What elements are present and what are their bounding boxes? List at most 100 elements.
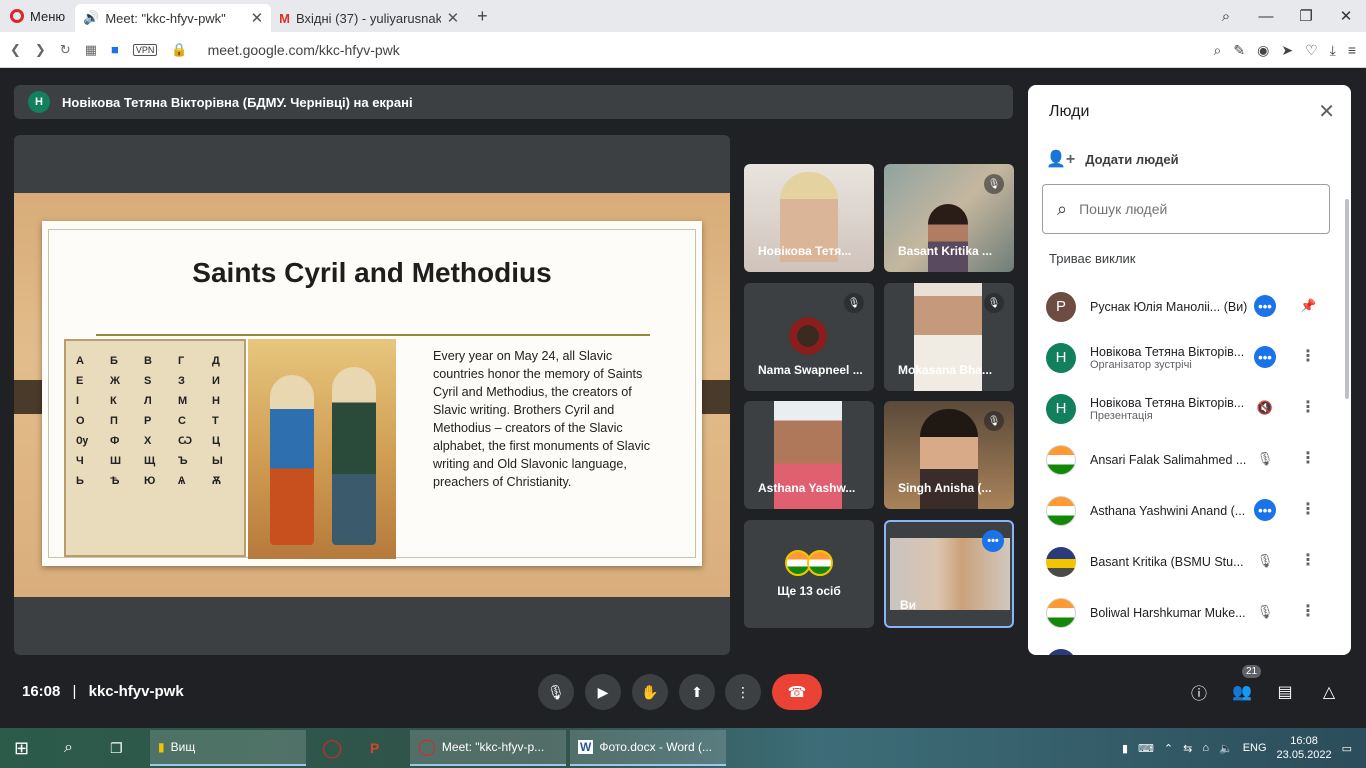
close-panel-icon[interactable]: ✕	[1318, 99, 1335, 124]
search-people-box[interactable]: ⌕	[1042, 184, 1330, 234]
heart-icon[interactable]: ♡	[1305, 42, 1318, 59]
more-options-button[interactable]: ⋮	[725, 674, 761, 710]
participant-tile[interactable]: 🎙 Nama Swapneel ...	[744, 283, 874, 391]
grid-icon[interactable]: ▦	[85, 42, 97, 58]
new-tab-icon[interactable]: +	[467, 6, 498, 27]
participant-row[interactable]: Ansari Falak Salimahmed ... 🎙 ⋮	[1028, 434, 1351, 485]
camera-button[interactable]: ▶	[585, 674, 621, 710]
meeting-details-button[interactable]: ⓘ	[1186, 679, 1212, 705]
taskbar-app-meet[interactable]: ◯ Meet: "kkc-hfyv-p...	[410, 730, 566, 766]
participant-count-badge: 21	[1242, 665, 1262, 678]
alphabet-glyph: Ц	[212, 435, 221, 447]
notifications-icon[interactable]: ▭	[1342, 742, 1352, 755]
speaking-indicator-icon[interactable]: •••	[1254, 499, 1276, 521]
edit-icon[interactable]: ✎	[1233, 42, 1245, 59]
chat-button[interactable]: ▤	[1272, 679, 1298, 705]
search-taskbar-button[interactable]: ⌕	[56, 730, 81, 766]
participant-row[interactable]: Dutta Manasvi (BSMU Stu...🎙⋮	[1028, 638, 1351, 655]
participant-row[interactable]: Asthana Yashwini Anand (... ••• ⋮	[1028, 485, 1351, 536]
tray-app-icon[interactable]: ▮	[1122, 742, 1128, 755]
more-vert-icon[interactable]: ⋮	[1300, 448, 1316, 470]
present-screen-button[interactable]: ⬆	[679, 674, 715, 710]
add-people-button[interactable]: 👤+ Додати людей	[1046, 149, 1179, 169]
more-vert-icon[interactable]: ⋮	[1300, 601, 1316, 623]
tray-chevron-icon[interactable]: ⌃	[1164, 742, 1173, 755]
leave-call-button[interactable]: ☎	[772, 674, 822, 710]
alphabet-glyph: С	[178, 415, 186, 427]
pin-icon[interactable]: 📌	[1300, 295, 1316, 317]
panel-scrollbar[interactable]	[1345, 199, 1349, 399]
taskbar-app-word[interactable]: W Фото.docx - Word (...	[570, 730, 726, 766]
saint-figure	[332, 367, 376, 545]
microphone-button[interactable]: 🎙	[538, 674, 574, 710]
mic-off-icon[interactable]: 🎙	[1254, 652, 1276, 655]
participant-tile[interactable]: 🎙 Basant Kritika ...	[884, 164, 1014, 272]
send-icon[interactable]: ➤	[1281, 42, 1293, 59]
download-icon[interactable]: ⤓	[1330, 42, 1336, 59]
taskbar-app-explorer[interactable]: ▮ Вищ	[150, 730, 306, 766]
lock-icon[interactable]: 🔒	[171, 42, 187, 58]
participant-row[interactable]: Н Новікова Тетяна Вікторів... Презентація 🔇…	[1028, 383, 1351, 434]
back-icon[interactable]: ❮	[10, 42, 21, 58]
taskbar-app-powerpoint[interactable]: P	[362, 730, 387, 766]
mic-off-icon[interactable]: 🎙	[1254, 448, 1276, 470]
opera-menu-button[interactable]: Меню	[0, 0, 75, 32]
participant-row[interactable]: Р Руснак Юлія Маноліі... (Ви) ••• 📌	[1028, 281, 1351, 332]
more-vert-icon[interactable]: ⋮	[1300, 346, 1316, 368]
more-participants-tile[interactable]: Ще 13 осіб	[744, 520, 874, 628]
close-tab-icon[interactable]: ✕	[251, 9, 264, 27]
network-icon[interactable]: ⌂	[1202, 742, 1209, 754]
volume-icon[interactable]: 🔈	[1219, 742, 1233, 755]
participant-row[interactable]: Boliwal Harshkumar Muke... 🎙 ⋮	[1028, 587, 1351, 638]
speaking-indicator-icon[interactable]: •••	[1254, 346, 1276, 368]
tab-gmail[interactable]: M Вхідні (37) - yuliyarusnak@ ✕	[271, 4, 467, 32]
participant-avatar	[1046, 546, 1076, 577]
snapshot-icon[interactable]: ◉	[1257, 42, 1269, 59]
camera-indicator-icon[interactable]: ■	[111, 42, 119, 57]
participant-tile[interactable]: 🎙 Singh Anisha (...	[884, 401, 1014, 509]
language-indicator[interactable]: ENG	[1243, 742, 1267, 754]
start-button[interactable]: ⊞	[6, 730, 37, 766]
gmail-icon: M	[279, 10, 290, 26]
settings-menu-icon[interactable]: ≡	[1348, 42, 1356, 58]
system-tray: ▮ ⌨ ⌃ ⇆ ⌂ 🔈 ENG 16:08 23.05.2022 ▭	[1122, 728, 1352, 768]
mic-off-icon[interactable]: 🎙	[1254, 550, 1276, 572]
presentation-stage[interactable]: Saints Cyril and Methodius А Б В Г Д Е Ж Ѕ З И І К Л…	[14, 135, 730, 655]
vpn-badge[interactable]: VPN	[132, 43, 158, 56]
keyboard-icon[interactable]: ⌨	[1138, 742, 1154, 755]
tray-usb-icon[interactable]: ⇆	[1183, 742, 1192, 755]
more-options-icon[interactable]: •••	[982, 530, 1004, 552]
find-icon[interactable]: ⌕	[1214, 42, 1222, 59]
people-button[interactable]: 👥	[1229, 679, 1255, 705]
system-clock[interactable]: 16:08 23.05.2022	[1277, 734, 1332, 762]
minimize-icon[interactable]: —	[1246, 8, 1286, 25]
audio-off-icon[interactable]: 🔇	[1254, 397, 1276, 419]
taskbar-app-opera[interactable]: ◯	[314, 730, 350, 766]
close-window-icon[interactable]: ✕	[1326, 7, 1366, 25]
activities-button[interactable]: △	[1316, 679, 1342, 705]
alphabet-glyph: А	[76, 355, 84, 367]
restore-icon[interactable]: ❐	[1286, 7, 1326, 25]
more-vert-icon[interactable]: ⋮	[1300, 499, 1316, 521]
search-people-input[interactable]	[1079, 201, 1300, 217]
participant-tile[interactable]: 🎙 Mokasana Bha...	[884, 283, 1014, 391]
more-vert-icon[interactable]: ⋮	[1300, 550, 1316, 572]
participant-tile[interactable]: Новікова Тетя...	[744, 164, 874, 272]
participant-tile[interactable]: Asthana Yashw...	[744, 401, 874, 509]
task-view-button[interactable]: ❐	[102, 730, 131, 766]
more-vert-icon[interactable]: ⋮	[1300, 397, 1316, 419]
mic-off-icon[interactable]: 🎙	[1254, 601, 1276, 623]
participant-row[interactable]: Н Новікова Тетяна Вікторів... Організатор …	[1028, 332, 1351, 383]
search-tabs-icon[interactable]: ⌕	[1206, 8, 1246, 25]
self-view-tile[interactable]: ••• Ви	[884, 520, 1014, 628]
windows-taskbar: ⊞ ⌕ ❐ ▮ Вищ ◯ P ◯ Meet: "kkc-hfyv-p... W…	[0, 728, 1366, 768]
raise-hand-button[interactable]: ✋	[632, 674, 668, 710]
more-vert-icon[interactable]: ⋮	[1300, 652, 1316, 655]
participant-row[interactable]: Basant Kritika (BSMU Stu... 🎙 ⋮	[1028, 536, 1351, 587]
close-tab-icon[interactable]: ✕	[447, 9, 460, 27]
reload-icon[interactable]: ↻	[60, 42, 71, 58]
speaking-indicator-icon[interactable]: •••	[1254, 295, 1276, 317]
tab-meet[interactable]: 🔊 Meet: "kkc-hfyv-pwk" ✕	[75, 4, 272, 32]
forward-icon[interactable]: ❯	[35, 42, 46, 58]
url-field[interactable]: meet.google.com/kkc-hfyv-pwk	[208, 42, 400, 58]
